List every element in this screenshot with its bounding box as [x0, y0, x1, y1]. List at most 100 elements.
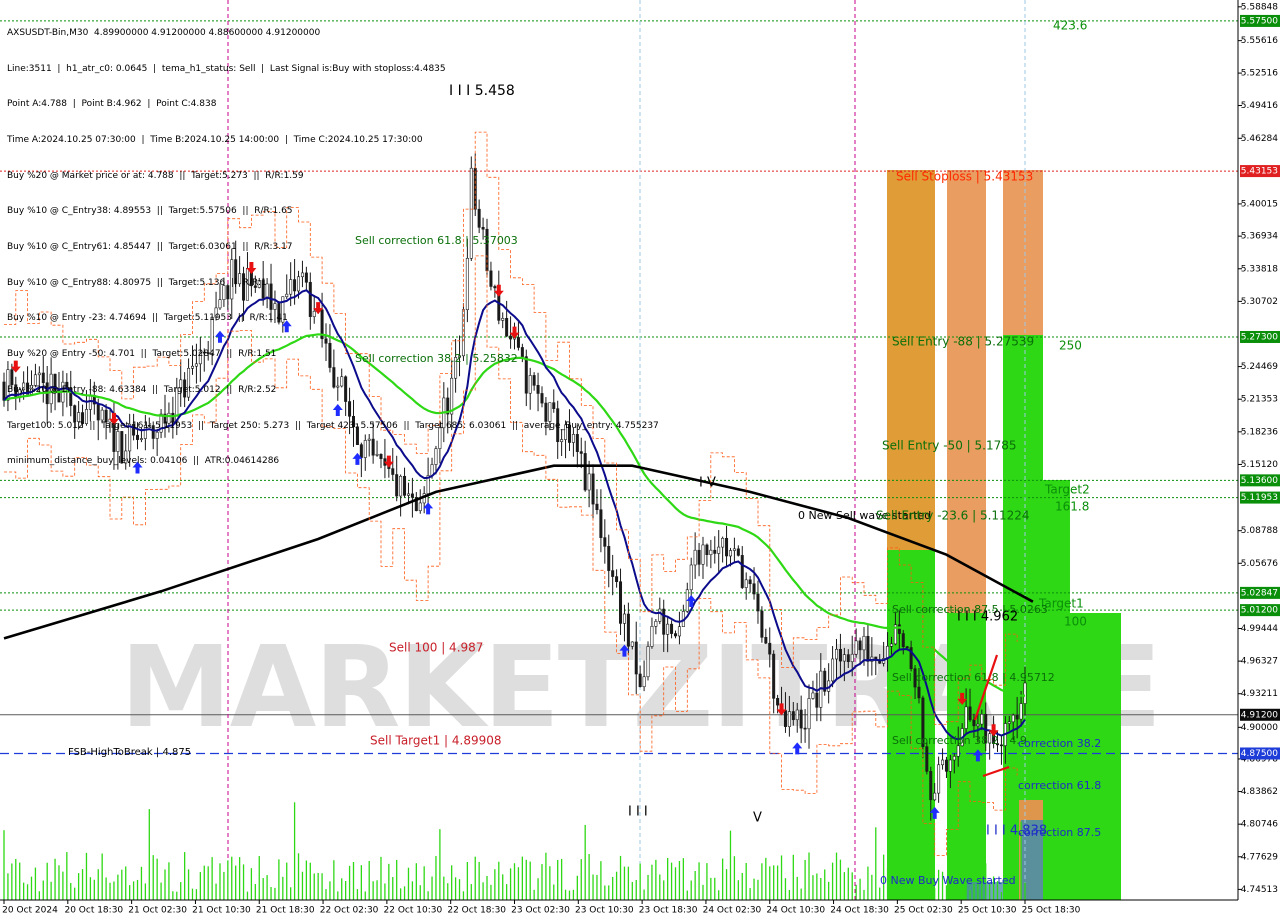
candle-body — [850, 653, 854, 663]
info-line: Buy %20 @ Entry -88: 4.63384 || Target:5… — [7, 384, 277, 395]
candle-body — [889, 643, 893, 647]
candle-body — [886, 645, 890, 659]
candle-body — [674, 633, 678, 637]
candle-body — [972, 719, 976, 727]
candle-body — [956, 745, 960, 757]
price-tag-label: 5.43153 — [1241, 167, 1278, 177]
candle-body — [748, 579, 752, 585]
chart-annotation: correction 38.2 — [1018, 737, 1101, 750]
candle-body — [799, 709, 803, 729]
y-tick-label: 5.33818 — [1241, 264, 1278, 274]
x-tick-label: 21 Oct 10:30 — [192, 906, 251, 916]
candle-body — [917, 686, 921, 699]
candle-body — [933, 792, 937, 801]
candle-body — [795, 709, 799, 721]
candle-body — [662, 608, 666, 635]
candle-body — [418, 502, 422, 512]
y-tick-label: 5.30702 — [1241, 297, 1278, 307]
price-tag-label: 5.01200 — [1241, 606, 1278, 616]
candle-body — [783, 710, 787, 727]
x-tick-label: 25 Oct 02:30 — [894, 906, 953, 916]
candle-body — [846, 654, 850, 663]
candle-body — [897, 624, 901, 634]
chart-annotation: V — [753, 811, 762, 826]
candle-body — [948, 759, 952, 772]
candle-body — [811, 692, 815, 699]
chart-annotation: I V — [699, 476, 716, 491]
candle-body — [803, 727, 807, 730]
candle-body — [980, 713, 984, 725]
chart-annotation: Sell Stoploss | 5.43153 — [896, 170, 1033, 184]
candle-body — [791, 711, 795, 721]
x-tick-label: 22 Oct 02:30 — [320, 906, 379, 916]
x-tick-label: 21 Oct 18:30 — [256, 906, 315, 916]
y-tick-label: 4.93211 — [1241, 689, 1278, 699]
info-line: Buy %20 @ Entry -50: 4.701 || Target:5.0… — [7, 349, 277, 360]
candle-body — [689, 564, 693, 591]
candle-body — [646, 646, 650, 678]
price-tag-label: 5.13600 — [1241, 476, 1278, 486]
candle-body — [709, 549, 713, 556]
y-tick-label: 5.46284 — [1241, 134, 1278, 144]
x-tick-label: 23 Oct 02:30 — [511, 906, 570, 916]
candle-body — [406, 493, 410, 496]
candle-body — [634, 641, 638, 675]
candle-body — [768, 642, 772, 655]
y-tick-label: 5.08788 — [1241, 526, 1278, 536]
price-tag-label: 5.11953 — [1241, 493, 1278, 503]
candle-body — [410, 493, 414, 498]
candle-body — [941, 759, 945, 766]
candle-body — [835, 648, 839, 660]
candle-body — [815, 692, 819, 708]
candle-body — [925, 746, 929, 772]
chart-annotation: 0 New Buy Wave started — [880, 874, 1016, 887]
y-tick-label: 5.40015 — [1241, 199, 1278, 209]
candle-body — [717, 546, 721, 554]
candle-body — [732, 548, 736, 551]
candle-body — [721, 537, 725, 548]
candle-body — [838, 648, 842, 662]
y-tick-label: 5.18236 — [1241, 427, 1278, 437]
candle-body — [607, 546, 611, 571]
candle-body — [728, 550, 732, 557]
y-tick-label: 5.58848 — [1241, 2, 1278, 12]
x-tick-label: 23 Oct 10:30 — [575, 906, 634, 916]
candle-body — [760, 610, 764, 638]
candle-body — [831, 658, 835, 682]
candle-body — [752, 583, 756, 595]
x-tick-label: 20 Oct 18:30 — [64, 906, 123, 916]
y-tick-label: 4.74513 — [1241, 885, 1278, 895]
candle-body — [937, 764, 941, 794]
y-tick-label: 4.90000 — [1241, 723, 1278, 733]
y-tick-label: 5.52516 — [1241, 69, 1278, 79]
chart-annotation: Sell correction 38.2 | 4.9 — [892, 734, 1027, 747]
chart-annotation: correction 61.8 — [1018, 779, 1101, 792]
y-tick-label: 5.15120 — [1241, 460, 1278, 470]
candle-body — [725, 537, 729, 557]
candle-body — [866, 635, 870, 662]
candle-body — [968, 706, 972, 721]
candle-body — [626, 613, 630, 647]
price-tag-label: 4.91200 — [1241, 710, 1278, 720]
candle-body — [701, 544, 705, 565]
candle-body — [764, 637, 768, 644]
candle-body — [697, 549, 701, 565]
chart-annotation: I I I — [628, 805, 648, 820]
candle-body — [642, 676, 646, 688]
trade-zone — [1003, 170, 1043, 335]
candle-body — [603, 537, 607, 547]
candle-body — [858, 640, 862, 651]
info-line: Buy %20 @ Market price or at: 4.788 || T… — [7, 170, 304, 181]
candle-body — [842, 654, 846, 662]
info-panel: AXSUSDT-Bin,M30 4.89900000 4.91200000 4.… — [7, 4, 659, 480]
chart-annotation: 100 — [1064, 615, 1087, 629]
chart-annotation: Sell correction 61.8 | 4.95712 — [892, 671, 1055, 684]
candle-body — [713, 549, 717, 554]
y-tick-label: 4.80746 — [1241, 820, 1278, 830]
candle-body — [677, 626, 681, 637]
y-tick-label: 5.24469 — [1241, 362, 1278, 372]
candle-body — [666, 623, 670, 635]
candle-body — [756, 593, 760, 612]
candle-body — [787, 711, 791, 727]
y-tick-label: 5.36934 — [1241, 232, 1278, 242]
